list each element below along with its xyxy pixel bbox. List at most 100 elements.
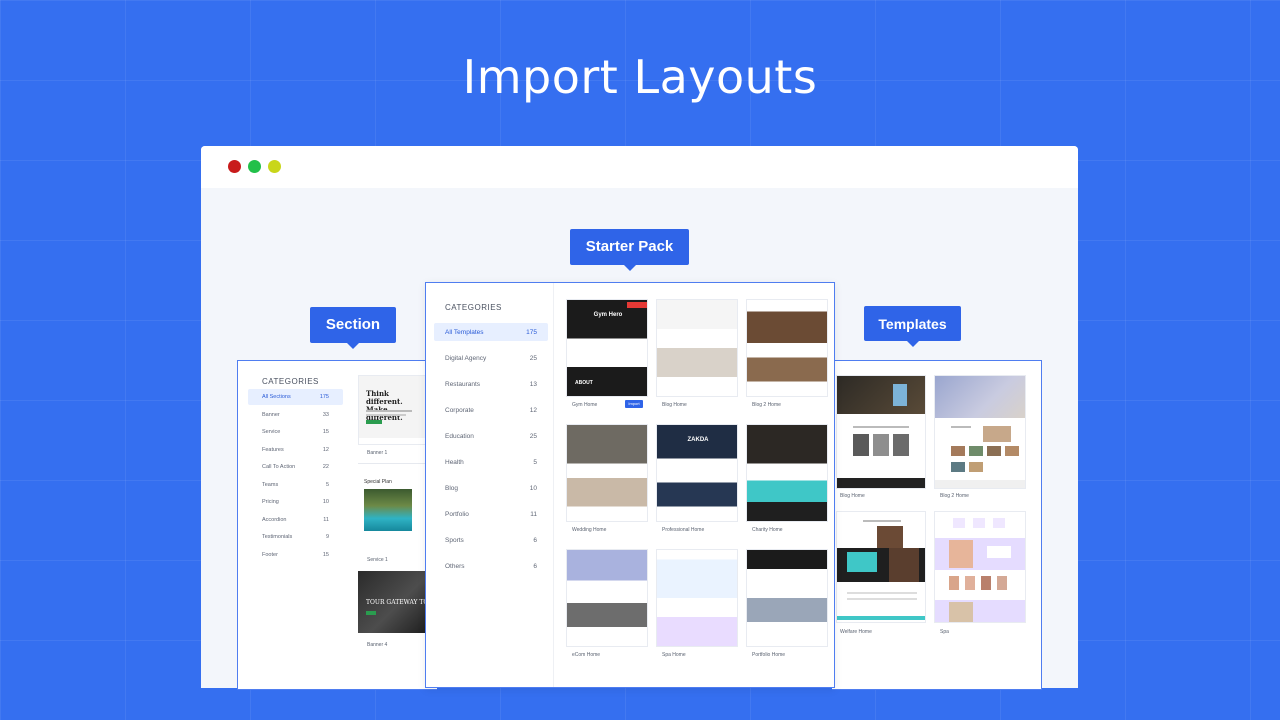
category-label: Portfolio (445, 510, 469, 518)
starter-card[interactable]: ZAKDA (656, 424, 738, 522)
category-label: Features (262, 446, 284, 453)
section-card-service-1[interactable]: Special Plan (358, 471, 430, 547)
close-dot-icon[interactable] (228, 160, 241, 173)
category-item[interactable]: All Sections 175 (248, 389, 343, 405)
template-card-blog-home[interactable] (836, 375, 926, 489)
section-categories: CATEGORIES All Sections 175 Banner 33 Servic… (248, 361, 356, 689)
category-count: 6 (533, 562, 537, 570)
category-item[interactable]: Health 5 (434, 453, 548, 471)
category-item[interactable]: Digital Agency 25 (434, 349, 548, 367)
starter-pack-tag: Starter Pack (570, 229, 689, 271)
card-label: Spa Home (662, 652, 686, 658)
category-label: Digital Agency (445, 354, 487, 362)
category-count: 175 (319, 394, 329, 400)
category-count: 5 (533, 458, 537, 466)
section-tag: Section (310, 307, 396, 349)
card-label: Gym Home (572, 402, 598, 408)
card-headline: Think different. Make different. (366, 389, 403, 422)
starter-categories: CATEGORIES All Templates 175 Digital Agenc… (426, 283, 554, 687)
category-item[interactable]: Blog 10 (434, 479, 548, 497)
card-label: Spa (940, 629, 949, 635)
category-count: 11 (530, 510, 537, 518)
category-count: 13 (529, 380, 537, 388)
category-item[interactable]: Pricing 10 (248, 494, 343, 510)
category-count: 11 (323, 516, 329, 523)
category-item[interactable]: Call To Action 22 (248, 459, 343, 475)
category-label: Banner (262, 411, 280, 418)
card-label: Blog Home (840, 493, 865, 499)
category-item[interactable]: Education 25 (434, 427, 548, 445)
card-label: eCom Home (572, 652, 601, 658)
category-count: 33 (322, 411, 329, 418)
category-item[interactable]: Sports 6 (434, 531, 548, 549)
category-item[interactable]: Corporate 12 (434, 401, 548, 419)
category-count: 25 (529, 432, 537, 440)
card-label: Charity Home (752, 527, 783, 533)
section-panel: CATEGORIES All Sections 175 Banner 33 Servic… (237, 360, 437, 690)
category-item[interactable]: Footer 15 (248, 547, 343, 563)
card-label: Banner 1 (367, 450, 388, 456)
category-label: Footer (262, 551, 278, 558)
category-label: Restaurants (445, 380, 481, 388)
template-card-welfare-home[interactable] (836, 511, 926, 623)
category-label: Others (445, 562, 465, 570)
category-item[interactable]: Others 6 (434, 557, 548, 575)
card-hero-text: ZAKDA (687, 437, 709, 443)
category-label: Health (445, 458, 464, 466)
card-label: Blog 2 Home (752, 402, 781, 408)
category-item[interactable]: Service 15 (248, 424, 343, 440)
category-item[interactable]: Testimonials 9 (248, 529, 343, 545)
card-label: Welfare Home (840, 629, 872, 635)
minimize-dot-icon[interactable] (248, 160, 261, 173)
category-count: 5 (325, 481, 329, 488)
category-count: 10 (322, 499, 329, 505)
category-item[interactable]: All Templates 175 (434, 323, 548, 341)
card-label: Wedding Home (572, 527, 607, 533)
import-button[interactable]: Import (625, 400, 643, 408)
category-label: Sports (445, 536, 464, 544)
category-item[interactable]: Teams 5 (248, 477, 343, 493)
category-label: Blog (445, 484, 459, 492)
category-item[interactable]: Banner 33 (248, 407, 343, 423)
page-headline: Import Layouts (462, 50, 818, 104)
card-label: Professional Home (662, 527, 705, 533)
template-card-blog-2-home[interactable] (934, 375, 1026, 489)
category-item[interactable]: Features 12 (248, 442, 343, 458)
preview-badge[interactable] (627, 302, 647, 308)
category-item[interactable]: Restaurants 13 (434, 375, 548, 393)
starter-card[interactable] (566, 549, 648, 647)
starter-card[interactable] (746, 424, 828, 522)
card-headline: TOUR GATEWAY TO (366, 599, 429, 606)
category-count: 12 (529, 406, 537, 414)
template-card-spa[interactable] (934, 511, 1026, 623)
category-label: All Sections (262, 394, 291, 400)
starter-card[interactable]: Gym Hero ABOUT (566, 299, 648, 397)
category-count: 15 (322, 551, 329, 558)
category-item[interactable]: Portfolio 11 (434, 505, 548, 523)
category-label: Corporate (445, 406, 474, 414)
card-label: Service 1 (367, 557, 388, 563)
section-card-banner-4[interactable]: TOUR GATEWAY TO (358, 571, 430, 633)
category-count: 175 (526, 328, 537, 336)
starter-card[interactable] (746, 299, 828, 397)
templates-tag: Templates (864, 306, 961, 347)
card-hero-text: Gym Hero (593, 312, 623, 318)
starter-card[interactable] (566, 424, 648, 522)
categories-title: CATEGORIES (262, 377, 319, 386)
starter-card[interactable] (656, 299, 738, 397)
category-item[interactable]: Accordion 11 (248, 512, 343, 528)
maximize-dot-icon[interactable] (268, 160, 281, 173)
category-label: Accordion (262, 516, 287, 523)
about-heading: ABOUT (575, 380, 593, 386)
starter-card[interactable] (746, 549, 828, 647)
category-label: Education (445, 432, 474, 440)
section-card-banner-1[interactable]: Think different. Make different. (358, 375, 430, 445)
starter-card-grid: Gym Hero ABOUT Gym Home Import Blog Home Blog… (566, 299, 830, 679)
card-cta-button[interactable] (366, 420, 382, 424)
starter-card[interactable] (656, 549, 738, 647)
window-titlebar (201, 146, 1078, 188)
starter-pack-panel: CATEGORIES All Templates 175 Digital Agenc… (425, 282, 835, 688)
pool-image (364, 489, 412, 531)
category-count: 9 (325, 534, 329, 540)
card-label: Portfolio Home (752, 652, 786, 658)
